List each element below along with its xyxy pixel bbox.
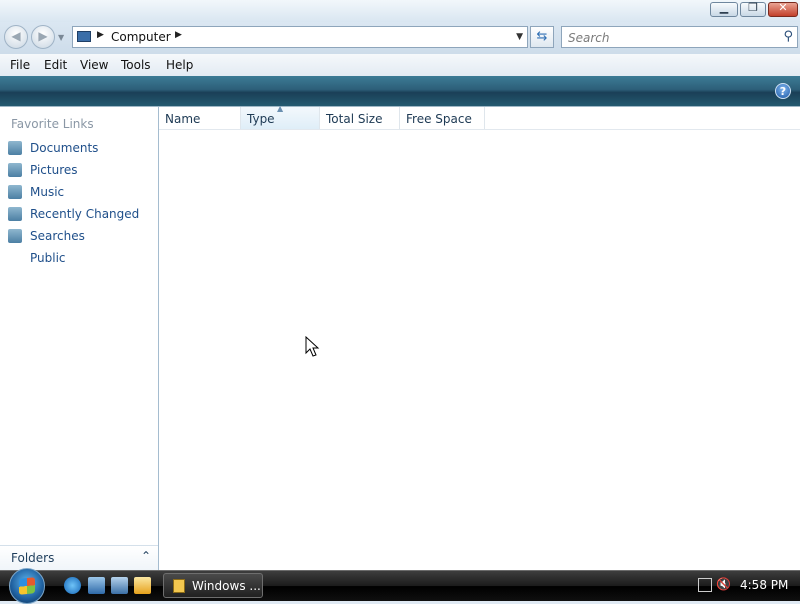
start-button[interactable]	[9, 568, 45, 604]
volume-muted-icon[interactable]: 🔇	[716, 577, 731, 591]
column-label: Name	[165, 112, 201, 126]
system-tray: 🔇 4:58 PM	[690, 571, 800, 601]
search-input[interactable]	[566, 29, 770, 47]
nav-item-documents[interactable]: Documents	[6, 139, 156, 159]
taskbar-button-explorer[interactable]: Windows ...	[163, 573, 263, 598]
internet-explorer-icon[interactable]	[64, 577, 81, 594]
file-list[interactable]: Name ▲ Type Total Size Free Space	[159, 104, 800, 570]
column-label: Type	[247, 112, 275, 126]
command-bar: ?	[0, 76, 800, 107]
column-name[interactable]: Name	[159, 107, 241, 129]
media-player-icon[interactable]	[134, 577, 151, 594]
network-icon[interactable]	[698, 578, 712, 592]
column-label: Total Size	[326, 112, 383, 126]
column-free-space[interactable]: Free Space	[400, 107, 485, 129]
menu-view[interactable]: View	[80, 58, 108, 72]
search-box[interactable]: ⚲	[561, 26, 798, 48]
column-total-size[interactable]: Total Size	[320, 107, 400, 129]
nav-item-label: Documents	[30, 141, 99, 155]
refresh-button[interactable]: ⇆	[530, 26, 554, 48]
documents-icon	[8, 141, 22, 155]
taskbar-button-label: Windows ...	[192, 579, 261, 593]
nav-item-public[interactable]: Public	[6, 249, 156, 269]
menu-tools[interactable]: Tools	[121, 58, 151, 72]
folder-icon	[173, 579, 185, 593]
address-row: ◀ ▶ ▼ ▶ Computer ▶ ▼ ⇆ ⚲	[0, 22, 800, 54]
back-arrow-icon: ◀	[11, 29, 21, 43]
minimize-button[interactable]: ▁	[710, 1, 738, 17]
breadcrumb-arrow-icon[interactable]: ▶	[97, 30, 104, 40]
clock[interactable]: 4:58 PM	[740, 578, 788, 592]
menu-bar: File Edit View Tools Help	[0, 54, 800, 76]
windows-logo-icon	[19, 577, 35, 595]
searches-icon	[8, 229, 22, 243]
menu-help[interactable]: Help	[166, 58, 193, 72]
column-type[interactable]: ▲ Type	[241, 104, 320, 129]
breadcrumb-computer[interactable]: Computer	[111, 30, 171, 44]
nav-item-searches[interactable]: Searches	[6, 227, 156, 247]
pictures-icon	[8, 163, 22, 177]
back-button[interactable]: ◀	[4, 25, 28, 49]
title-bar: ▁ ❐ ✕	[0, 0, 800, 22]
taskbar: Windows ... 🔇 4:58 PM	[0, 568, 800, 604]
recently-changed-icon	[8, 207, 22, 221]
switch-windows-icon[interactable]	[111, 577, 128, 594]
folders-toggle[interactable]: Folders ⌃	[0, 545, 158, 570]
folders-label: Folders	[11, 551, 55, 565]
nav-item-label: Searches	[30, 229, 85, 243]
menu-edit[interactable]: Edit	[44, 58, 67, 72]
address-bar[interactable]: ▶ Computer ▶ ▼	[72, 26, 528, 48]
forward-button[interactable]: ▶	[31, 25, 55, 49]
address-dropdown-icon[interactable]: ▼	[516, 32, 523, 42]
close-icon: ✕	[778, 1, 788, 14]
refresh-icon: ⇆	[536, 29, 548, 44]
menu-file[interactable]: File	[10, 58, 30, 72]
nav-item-recently-changed[interactable]: Recently Changed	[6, 205, 156, 225]
nav-item-label: Music	[30, 185, 65, 199]
breadcrumb-arrow-icon[interactable]: ▶	[175, 30, 182, 40]
show-desktop-icon[interactable]	[88, 577, 105, 594]
column-label: Free Space	[406, 112, 472, 126]
maximize-button[interactable]: ❐	[740, 1, 766, 17]
mouse-cursor-icon	[305, 336, 320, 357]
help-icon[interactable]: ?	[775, 83, 791, 99]
nav-item-label: Recently Changed	[30, 207, 140, 221]
music-icon	[8, 185, 22, 199]
minimize-icon: ▁	[719, 1, 729, 14]
nav-item-music[interactable]: Music	[6, 183, 156, 203]
search-icon[interactable]: ⚲	[783, 29, 793, 44]
favorite-links-title: Favorite Links	[11, 117, 94, 131]
nav-item-pictures[interactable]: Pictures	[6, 161, 156, 181]
forward-arrow-icon: ▶	[38, 29, 48, 43]
close-button[interactable]: ✕	[768, 1, 798, 17]
maximize-icon: ❐	[748, 1, 758, 14]
sort-ascending-icon: ▲	[277, 104, 284, 113]
computer-icon	[77, 31, 91, 42]
recent-pages-dropdown[interactable]: ▼	[58, 33, 64, 42]
nav-item-label: Pictures	[30, 163, 78, 177]
chevron-up-icon: ⌃	[140, 549, 151, 563]
nav-item-label: Public	[30, 251, 66, 265]
column-headers: Name ▲ Type Total Size Free Space	[159, 104, 800, 130]
navigation-pane: Favorite Links Documents Pictures Music …	[0, 107, 159, 570]
